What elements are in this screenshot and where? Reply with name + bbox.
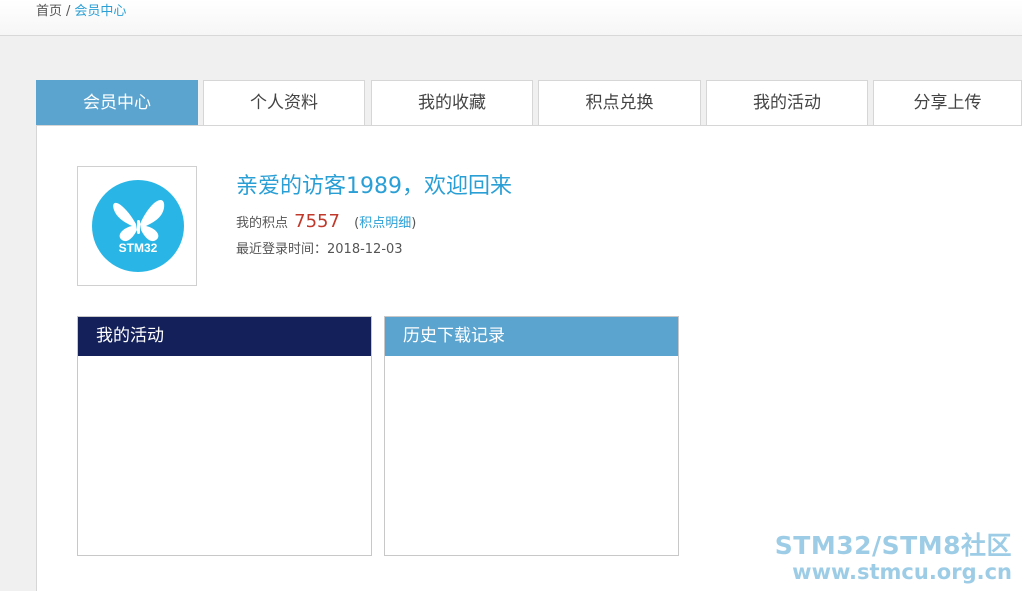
butterfly-icon: STM32 [92,180,184,272]
points-detail-link[interactable]: 积点明细 [359,216,411,231]
points-label: 我的积点 [236,216,289,231]
breadcrumb-current[interactable]: 会员中心 [74,4,126,19]
welcome-message: 亲爱的访客1989，欢迎回来 [236,174,512,199]
breadcrumb: 首页 / 会员中心 [36,4,126,20]
tab-my-activities[interactable]: 我的活动 [706,80,868,125]
member-tabs: 会员中心 个人资料 我的收藏 积点兑换 我的活动 分享上传 [36,80,1022,126]
points-link-close: ) [411,216,417,231]
breadcrumb-separator: / [66,4,71,19]
watermark-line2: www.stmcu.org.cn [792,560,1012,584]
watermark-line1: STM32/STM8社区 [774,531,1012,560]
top-bar: 首页 / 会员中心 [0,0,1022,36]
points-line: 我的积点 7557 (积点明细) [236,211,416,232]
points-value: 7557 [294,211,340,232]
tab-share-upload[interactable]: 分享上传 [873,80,1022,125]
last-login-time: 最近登录时间：2018-12-03 [236,242,403,257]
download-history-card: 历史下载记录 [384,316,679,556]
tab-points-exchange[interactable]: 积点兑换 [538,80,701,125]
download-history-card-title: 历史下载记录 [385,317,678,356]
my-activities-card-title: 我的活动 [78,317,371,356]
site-watermark: STM32/STM8社区 www.stmcu.org.cn [774,531,1012,585]
tab-profile[interactable]: 个人资料 [203,80,365,125]
breadcrumb-home-link[interactable]: 首页 [36,4,62,19]
tab-member-center[interactable]: 会员中心 [36,80,198,125]
tab-favorites[interactable]: 我的收藏 [371,80,533,125]
avatar-text: STM32 [119,241,158,255]
my-activities-card: 我的活动 [77,316,372,556]
avatar[interactable]: STM32 [77,166,197,286]
